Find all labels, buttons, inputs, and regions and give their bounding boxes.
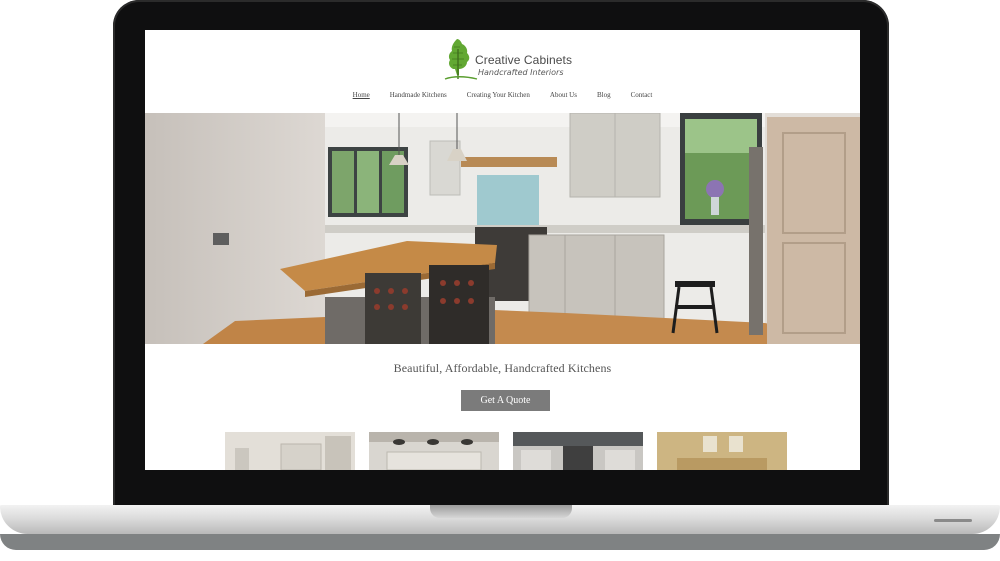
nav-home[interactable]: Home (343, 88, 380, 102)
site-logo[interactable]: Creative Cabinets Handcrafted Interiors (443, 35, 575, 83)
laptop-foot (0, 534, 1000, 550)
logo-title: Creative Cabinets (475, 53, 573, 67)
nav-blog[interactable]: Blog (587, 88, 621, 102)
kitchen-thumbnail-3[interactable] (513, 432, 643, 470)
laptop-indicator (934, 519, 972, 522)
nav-creating-your-kitchen[interactable]: Creating Your Kitchen (457, 88, 540, 102)
main-nav: Home Handmade Kitchens Creating Your Kit… (145, 88, 860, 102)
tagline: Beautiful, Affordable, Handcrafted Kitch… (393, 361, 612, 375)
logo-subtitle: Handcrafted Interiors (478, 68, 564, 77)
laptop-screen: Creative Cabinets Handcrafted Interiors … (145, 30, 860, 470)
laptop-notch (430, 505, 572, 518)
tree-icon (444, 39, 478, 80)
nav-about-us[interactable]: About Us (540, 88, 587, 102)
kitchen-thumbnail-2[interactable] (369, 432, 499, 470)
kitchen-thumbnail-1[interactable] (225, 432, 355, 470)
nav-handmade-kitchens[interactable]: Handmade Kitchens (380, 88, 457, 102)
kitchen-thumbnail-4[interactable] (657, 432, 787, 470)
nav-contact[interactable]: Contact (621, 88, 663, 102)
get-a-quote-button[interactable]: Get A Quote (461, 390, 550, 411)
hero-image (145, 113, 860, 344)
